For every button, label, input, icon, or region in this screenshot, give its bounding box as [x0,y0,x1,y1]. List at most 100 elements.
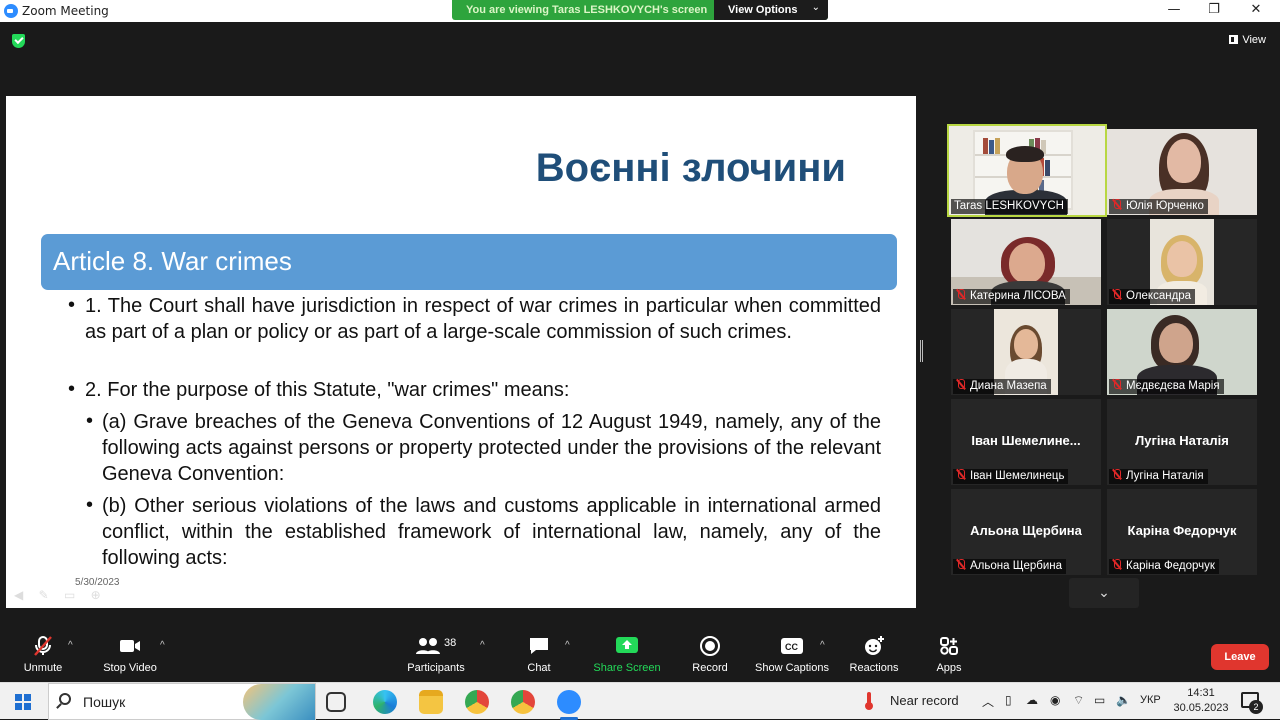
show-captions-label: Show Captions [755,662,829,674]
chat-button[interactable]: Chat [522,634,556,674]
participants-options-caret[interactable]: ^ [480,640,485,651]
meeting-toolbar: Unmute ^ Stop Video ^ 38 Participants ^ … [0,630,1280,682]
apps-button[interactable]: Apps [932,634,966,674]
chrome-icon[interactable] [465,690,489,714]
participant-name-text: Альона Щербина [970,560,1063,572]
participant-tile[interactable]: Юлія Юрченко [1107,129,1257,215]
search-highlight-art [243,684,315,720]
participant-name: Лугіна Наталія [1109,469,1208,484]
clock-time: 14:31 [1187,687,1215,699]
participant-name-text: Олександра [1126,290,1192,302]
taskbar-clock[interactable]: 14:31 30.05.2023 [1166,686,1236,716]
notifications-badge: 2 [1249,700,1263,714]
unmute-button[interactable]: Unmute [20,634,66,674]
audio-options-caret[interactable]: ^ [68,640,73,651]
bullet-icon: • [86,410,94,432]
clock-date: 30.05.2023 [1173,702,1229,714]
windows-taskbar: Пошук Near record ︿ ▯ ☁ ◉ ⌔ ▭ 🔈 УКР 14:3… [0,682,1280,720]
participant-name-text: Катерина ЛІСОВА [970,290,1066,302]
share-screen-label: Share Screen [593,662,661,674]
chat-bubble-icon [522,634,556,658]
mic-muted-icon [20,634,66,658]
minimize-button[interactable]: — [1152,0,1196,22]
battery-icon[interactable]: ▭ [1094,693,1105,707]
participant-tile[interactable]: Катерина ЛІСОВА [951,219,1101,305]
participant-tile[interactable]: Мєдвєдєва Марія [1107,309,1257,395]
chrome-icon[interactable] [511,690,535,714]
stop-video-button[interactable]: Stop Video [100,634,160,674]
participant-tile[interactable]: Альона Щербина Альона Щербина [951,489,1101,575]
captions-icon-text: CC [785,642,798,652]
participant-tile[interactable]: Олександра [1107,219,1257,305]
reactions-button[interactable]: Reactions [848,634,900,674]
task-view-icon[interactable] [326,692,346,712]
file-explorer-icon[interactable] [419,690,443,714]
meeting-area: View Воєнні злочини Article 8. War crime… [0,22,1280,630]
wifi-icon[interactable]: ⌔ [1073,693,1084,708]
slide-paragraph: 1. The Court shall have jurisdiction in … [85,295,881,343]
close-button[interactable]: ✕ [1234,0,1278,22]
search-icon [59,693,71,705]
volume-icon[interactable]: 🔈 [1116,693,1131,707]
participant-tile[interactable]: Лугіна Наталія Лугіна Наталія [1107,399,1257,485]
participants-count: 38 [444,637,456,649]
slide-paragraph: (a) Grave breaches of the Geneva Convent… [102,411,881,485]
share-screen-button[interactable]: Share Screen [592,634,662,674]
slide-navigation-tools[interactable]: ◀ ✎ ▭ ⊕ [14,588,107,602]
share-screen-icon [592,634,662,658]
mic-muted-icon [956,379,965,390]
participant-name-text: Лугіна Наталія [1126,470,1204,482]
participant-tile[interactable]: Іван Шемелине... Іван Шемелинець [951,399,1101,485]
apps-icon [932,634,966,658]
view-grid-icon [1229,35,1239,44]
participant-name: Альона Щербина [953,559,1067,574]
article-heading: Article 8. War crimes [53,246,292,276]
participant-tile[interactable]: Диана Мазепа [951,309,1101,395]
participant-tile[interactable]: Taras LESHKOVYCH [947,124,1107,217]
slide-date: 5/30/2023 [75,577,120,588]
chat-options-caret[interactable]: ^ [565,640,570,651]
participant-display-name: Лугіна Наталія [1135,433,1229,448]
window-title: Zoom Meeting [22,4,109,18]
view-label: View [1242,34,1266,46]
show-hidden-icons-chevron-icon[interactable]: ︿ [982,693,994,710]
share-banner-text: You are viewing Taras LESHKOVYCH's scree… [466,4,708,16]
leave-button[interactable]: Leave [1211,644,1269,670]
captions-options-caret[interactable]: ^ [820,640,825,651]
participant-name-text: Іван Шемелинець [970,470,1065,482]
taskbar-search-box[interactable]: Пошук [48,683,316,720]
participant-tile[interactable]: Каріна Федорчук Каріна Федорчук [1107,489,1257,575]
video-options-caret[interactable]: ^ [160,640,165,651]
mic-muted-icon [956,289,965,300]
record-label: Record [692,662,728,674]
weather-text[interactable]: Near record [890,693,959,708]
zoom-app-icon[interactable] [557,690,581,714]
participant-name: Taras LESHKOVYCH [951,199,1068,214]
zoom-tray-icon[interactable]: ◉ [1050,693,1060,707]
panel-resize-handle[interactable] [920,340,923,362]
gallery-scroll-down-button[interactable]: ⌄ [1069,578,1139,608]
participants-label: Participants [407,662,465,674]
participant-name: Юлія Юрченко [1109,199,1208,214]
participant-name-text: Диана Мазепа [970,380,1047,392]
cloud-icon[interactable]: ☁ [1026,693,1038,707]
record-button[interactable]: Record [690,634,730,674]
reactions-label: Reactions [849,662,899,674]
device-icon[interactable]: ▯ [1005,693,1012,707]
participant-name: Каріна Федорчук [1109,559,1219,574]
view-button[interactable]: View [1229,34,1266,46]
slide-title: Воєнні злочини [535,146,846,190]
edge-browser-icon[interactable] [373,690,397,714]
slide-paragraph: 2. For the purpose of this Statute, "war… [85,379,570,401]
language-indicator[interactable]: УКР [1140,694,1161,706]
participants-button[interactable]: 38 Participants [404,634,468,674]
mic-muted-icon [1112,469,1121,480]
security-shield-icon[interactable] [12,34,25,48]
restore-button[interactable]: ❐ [1192,0,1236,22]
participant-name: Олександра [1109,289,1196,304]
thermometer-icon[interactable] [862,691,876,711]
view-options-button[interactable]: View Options ⌄ [714,0,828,20]
participant-name: Диана Мазепа [953,379,1051,394]
windows-start-icon[interactable] [15,694,31,710]
smiley-plus-icon [848,634,900,658]
